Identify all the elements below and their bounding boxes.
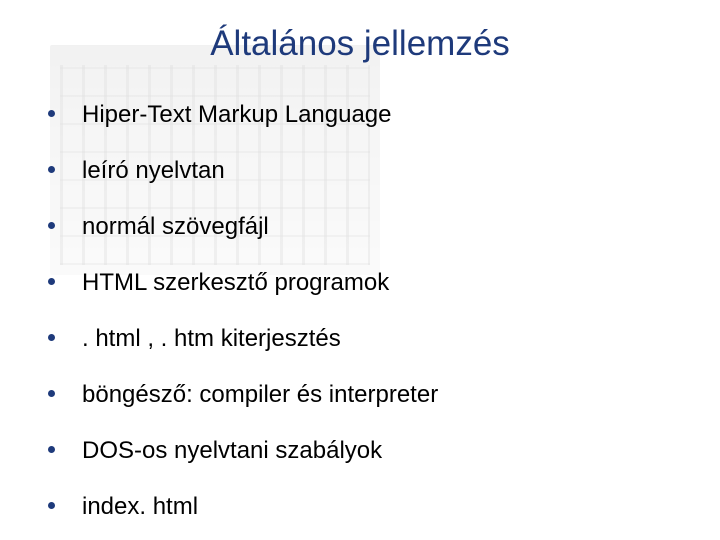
list-item-text: . html , . htm kiterjesztés — [82, 325, 341, 352]
list-item: leíró nyelvtan — [48, 156, 720, 186]
list-item: . html , . htm kiterjesztés — [48, 324, 720, 354]
slide-content: Általános jellemzés Hiper-Text Markup La… — [0, 0, 720, 522]
list-item-text: leíró nyelvtan — [82, 157, 225, 184]
bullet-icon — [48, 502, 55, 509]
bullet-icon — [48, 222, 55, 229]
list-item: normál szövegfájl — [48, 212, 720, 242]
list-item-text: DOS-os nyelvtani szabályok — [82, 437, 382, 464]
list-item: DOS-os nyelvtani szabályok — [48, 436, 720, 466]
slide-title: Általános jellemzés — [0, 24, 720, 64]
list-item-text: böngésző: compiler és interpreter — [82, 381, 438, 408]
bullet-icon — [48, 166, 55, 173]
bullet-icon — [48, 446, 55, 453]
bullet-icon — [48, 334, 55, 341]
list-item-text: index. html — [82, 493, 198, 520]
list-item: Hiper-Text Markup Language — [48, 100, 720, 130]
list-item-text: HTML szerkesztő programok — [82, 269, 389, 296]
list-item-text: normál szövegfájl — [82, 213, 269, 240]
list-item: böngésző: compiler és interpreter — [48, 380, 720, 410]
bullet-list: Hiper-Text Markup Language leíró nyelvta… — [0, 100, 720, 522]
bullet-icon — [48, 390, 55, 397]
list-item: HTML szerkesztő programok — [48, 268, 720, 298]
list-item-text: Hiper-Text Markup Language — [82, 101, 392, 128]
bullet-icon — [48, 110, 55, 117]
bullet-icon — [48, 278, 55, 285]
list-item: index. html — [48, 492, 720, 522]
